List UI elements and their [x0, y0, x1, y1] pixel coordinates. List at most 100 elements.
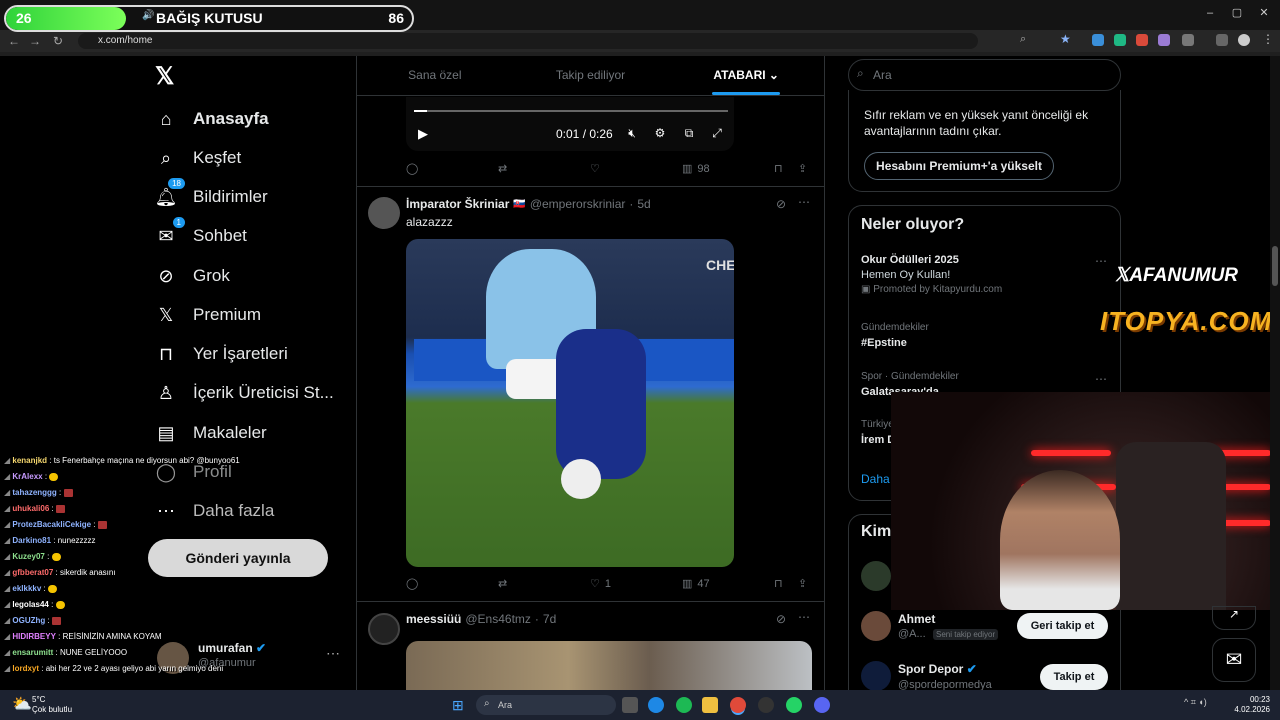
chat-username[interactable]: lordxyt: [12, 664, 39, 673]
nav-creator-studio[interactable]: ♙ İçerik Üreticisi St...: [155, 375, 334, 411]
trend-item[interactable]: Okur Ödülleri 2025 Hemen Oy Kullan! ▣ Pr…: [861, 254, 1002, 295]
messages-float-icon[interactable]: ✉: [1212, 638, 1256, 682]
tweet-time[interactable]: 7d: [543, 612, 556, 626]
show-more-link[interactable]: Daha: [861, 472, 890, 486]
follow-button[interactable]: Takip et: [1040, 664, 1108, 690]
clock-time[interactable]: 00:23: [1236, 695, 1270, 704]
whatsapp-icon[interactable]: [786, 697, 802, 713]
views-button[interactable]: ▥ 98: [682, 162, 710, 176]
fullscreen-icon[interactable]: ⤢: [710, 126, 724, 141]
chrome-icon[interactable]: [730, 697, 746, 713]
reply-icon[interactable]: ◯: [406, 162, 418, 175]
avatar[interactable]: [861, 561, 891, 591]
share-icon[interactable]: ⇪: [798, 162, 807, 175]
scrollbar-thumb[interactable]: [1272, 246, 1278, 286]
zoom-icon[interactable]: ⌕: [1020, 33, 1026, 46]
chat-username[interactable]: HIDIRBEYY: [12, 632, 56, 641]
chat-username[interactable]: ensarumitt: [12, 648, 53, 657]
weather-icon[interactable]: ⛅: [12, 694, 32, 714]
chat-username[interactable]: Darkino81: [12, 536, 51, 545]
back-icon[interactable]: ←: [6, 33, 22, 49]
chat-username[interactable]: ProtezBacakliCekige: [12, 520, 91, 529]
grok-float-icon[interactable]: ↗: [1212, 606, 1256, 630]
forward-icon[interactable]: →: [27, 33, 43, 49]
nav-premium[interactable]: 𝕏 Premium: [155, 297, 261, 333]
settings-icon[interactable]: ⚙: [653, 126, 667, 140]
extension-icon[interactable]: [1114, 34, 1126, 46]
windows-start-icon[interactable]: ⊞: [452, 697, 468, 713]
profile-icon[interactable]: [1238, 34, 1250, 46]
chat-username[interactable]: uhukali06: [12, 504, 49, 513]
chat-username[interactable]: tahazenggg: [12, 488, 56, 497]
nav-home[interactable]: ⌂ Anasayfa: [155, 101, 269, 137]
folder-icon[interactable]: [702, 697, 718, 713]
bookmark-icon[interactable]: ⊓: [774, 162, 783, 175]
nav-bookmarks[interactable]: ⊓ Yer İşaretleri: [155, 336, 288, 372]
avatar[interactable]: [861, 611, 891, 641]
maximize-icon[interactable]: ▢: [1227, 6, 1247, 20]
nav-articles[interactable]: ▤ Makaleler: [155, 415, 266, 451]
pip-icon[interactable]: ⧉: [682, 126, 696, 141]
follow-back-button[interactable]: Geri takip et: [1017, 613, 1108, 639]
tweet-handle[interactable]: @Ens46tmz: [465, 612, 531, 626]
media-icon[interactable]: [1216, 34, 1228, 46]
edge-icon[interactable]: [648, 697, 664, 713]
extension-icon[interactable]: [1158, 34, 1170, 46]
more-icon[interactable]: ⋯: [1095, 254, 1107, 268]
nav-notifications[interactable]: 🔔︎ 18 Bildirimler: [155, 178, 268, 215]
views-button[interactable]: ▥ 47: [682, 577, 710, 591]
url-bar[interactable]: x.com/home: [78, 33, 978, 49]
minimize-icon[interactable]: –: [1200, 6, 1220, 20]
more-icon[interactable]: ⋯: [798, 610, 810, 624]
more-icon[interactable]: ⋯: [798, 195, 810, 209]
share-icon[interactable]: ⇪: [798, 577, 807, 590]
close-icon[interactable]: ✕: [1254, 6, 1274, 20]
nav-grok[interactable]: ⊘ Grok: [155, 258, 229, 294]
tab-list-atabari[interactable]: ATABARI ⌄: [668, 56, 824, 95]
nav-explore[interactable]: ⌕ Keşfet: [155, 140, 241, 176]
x-logo-icon[interactable]: 𝕏: [155, 62, 174, 91]
retweet-icon[interactable]: ⇄: [498, 577, 507, 590]
scrollbar[interactable]: [1270, 56, 1280, 690]
avatar[interactable]: [368, 197, 400, 229]
tab-for-you[interactable]: Sana özel: [357, 56, 513, 95]
discord-icon[interactable]: [814, 697, 830, 713]
puzzle-icon[interactable]: [1182, 34, 1194, 46]
retweet-icon[interactable]: ⇄: [498, 162, 507, 175]
grok-icon[interactable]: ⊘: [776, 612, 786, 626]
more-icon[interactable]: ⋯: [1095, 372, 1107, 386]
tweet-time[interactable]: 5d: [637, 197, 650, 211]
chat-username[interactable]: gfbberat07: [12, 568, 53, 577]
task-view-icon[interactable]: [622, 697, 638, 713]
tweet-handle[interactable]: @emperorskriniar: [530, 197, 626, 211]
chat-username[interactable]: kenanjkd: [12, 456, 47, 465]
avatar[interactable]: [368, 613, 400, 645]
extension-icon[interactable]: [1092, 34, 1104, 46]
bookmark-icon[interactable]: ⊓: [774, 577, 783, 590]
follow-name[interactable]: Spor Depor ✔: [898, 662, 977, 676]
trend-item[interactable]: Gündemdekiler #Epstine: [861, 322, 929, 349]
mute-icon[interactable]: 🔇︎: [625, 126, 639, 141]
obs-icon[interactable]: [758, 697, 774, 713]
chat-username[interactable]: KrAlexx: [12, 472, 42, 481]
nav-chat[interactable]: ✉ 1 Sohbet: [155, 217, 247, 254]
spotify-icon[interactable]: [676, 697, 692, 713]
tray-icons[interactable]: ^ ⌗ ◖): [1184, 697, 1207, 708]
tweet-author[interactable]: meessiüü: [406, 612, 461, 626]
clock-date[interactable]: 4.02.2026: [1226, 705, 1270, 714]
extension-icon[interactable]: [1136, 34, 1148, 46]
chat-username[interactable]: Kuzey07: [12, 552, 44, 561]
taskbar-search[interactable]: Ara: [476, 695, 616, 715]
tab-following[interactable]: Takip ediliyor: [513, 56, 669, 95]
reload-icon[interactable]: ↻: [50, 33, 66, 49]
premium-upgrade-button[interactable]: Hesabını Premium+'a yükselt: [864, 152, 1054, 180]
tweet-author[interactable]: İmparator Škriniar: [406, 197, 509, 211]
tweet-media[interactable]: CHE: [406, 239, 734, 567]
search-input[interactable]: Ara: [848, 59, 1121, 91]
video-progress-bar[interactable]: [414, 110, 728, 112]
play-icon[interactable]: ▶: [418, 126, 428, 142]
menu-icon[interactable]: ⋮: [1262, 32, 1274, 46]
chat-username[interactable]: OGUZhg: [12, 616, 45, 625]
follow-name[interactable]: Ahmet: [898, 612, 935, 626]
like-icon[interactable]: ♡: [590, 162, 600, 175]
